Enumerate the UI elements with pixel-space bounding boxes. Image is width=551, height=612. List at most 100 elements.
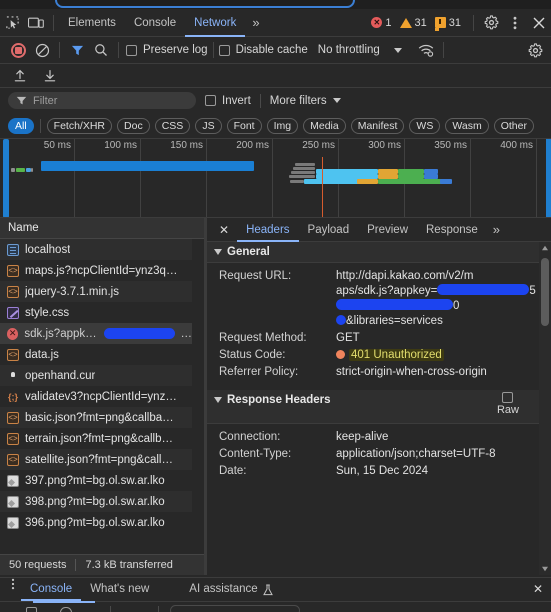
issue-counters[interactable]: ✕ 1 31 31	[371, 17, 466, 31]
type-filter-all[interactable]: All	[8, 117, 34, 134]
raw-checkbox[interactable]	[502, 392, 514, 403]
overview-tick-label: 300 ms	[368, 140, 401, 151]
drawer-more-options-icon[interactable]	[5, 578, 21, 601]
general-section-body: Request URL: http://dapi.kakao.com/v2/m …	[207, 263, 551, 381]
preserve-log-checkbox[interactable]: Preserve log	[126, 44, 208, 56]
net-divider-1	[59, 42, 60, 58]
import-har-icon[interactable]	[8, 65, 32, 87]
request-row[interactable]: <> jquery-3.7.1.min.js	[0, 281, 192, 302]
chevron-down-icon[interactable]	[393, 47, 402, 53]
overview-left-handle[interactable]	[3, 139, 9, 217]
record-network-log-icon[interactable]	[6, 39, 30, 61]
throttling-select[interactable]: No throttling	[318, 44, 380, 56]
close-details-icon[interactable]: ✕	[211, 218, 237, 242]
request-name: satellite.json?fmt=png&call…	[25, 453, 173, 466]
type-filter-font[interactable]: Font	[226, 117, 262, 134]
general-section-header[interactable]: General	[207, 242, 551, 263]
request-row[interactable]: ✕ sdk.js?appkey=…	[0, 323, 192, 344]
request-row[interactable]: 397.png?mt=bg.ol.sw.ar.lko	[0, 470, 192, 491]
network-overview-timeline[interactable]: 50 ms 100 ms 150 ms 200 ms 250 ms 300 ms 350 m…	[0, 139, 551, 218]
tab-response[interactable]: Response	[417, 218, 487, 242]
status-code-key: Status Code:	[219, 349, 286, 361]
type-filter-js[interactable]: JS	[195, 117, 222, 134]
request-name: 396.png?mt=bg.ol.sw.ar.lko	[25, 516, 165, 529]
type-filter-manifest[interactable]: Manifest	[350, 117, 405, 134]
request-row[interactable]: openhand.cur	[0, 365, 192, 386]
more-filters-button[interactable]: More filters	[270, 95, 327, 107]
request-row[interactable]: 398.png?mt=bg.ol.sw.ar.lko	[0, 491, 192, 512]
disable-cache-label: Disable cache	[235, 44, 308, 56]
more-details-tabs-icon[interactable]: »	[487, 218, 505, 242]
type-filter-other[interactable]: Other	[493, 117, 534, 134]
network-settings-gear-icon[interactable]	[523, 39, 547, 61]
type-filter-ws[interactable]: WS	[409, 117, 441, 134]
resource-type-filters: All Fetch/XHR Doc CSS JS Font Img Media …	[0, 113, 551, 139]
export-har-icon[interactable]	[38, 65, 62, 87]
console-filter-input[interactable]	[170, 605, 300, 612]
inspect-element-icon[interactable]	[0, 12, 24, 34]
request-name: localhost	[25, 243, 71, 256]
request-row[interactable]: <> terrain.json?fmt=png&callb…	[0, 428, 192, 449]
filter-input[interactable]: Filter	[8, 92, 196, 109]
device-toolbar-icon[interactable]	[24, 12, 48, 34]
type-filter-img[interactable]: Img	[266, 117, 299, 134]
request-row[interactable]: <> data.js	[0, 344, 192, 365]
request-url-key: Request URL:	[219, 270, 292, 282]
raw-toggle[interactable]: Raw	[497, 392, 519, 416]
details-scrollbar-thumb[interactable]	[541, 258, 549, 326]
overview-bar-1	[16, 168, 25, 172]
request-row[interactable]: <> maps.js?ncpClientId=ynz3q…	[0, 260, 192, 281]
disable-cache-checkbox[interactable]: Disable cache	[218, 44, 308, 56]
overview-right-handle[interactable]	[546, 139, 551, 217]
request-row[interactable]: <> satellite.json?fmt=png&call…	[0, 449, 192, 470]
overview-bar-4	[41, 161, 254, 171]
details-scroll-up-icon[interactable]	[539, 242, 551, 254]
console-tab-underline	[33, 601, 95, 603]
type-filter-wasm[interactable]: Wasm	[445, 117, 489, 134]
request-url-line4: &libraries=services	[346, 315, 443, 327]
more-filters-chevron-down-icon[interactable]	[332, 98, 341, 103]
gear-icon[interactable]	[479, 12, 503, 34]
overview-tick-label: 350 ms	[434, 140, 467, 151]
drawer-tab-console[interactable]: Console	[21, 578, 81, 601]
request-row[interactable]: <> basic.json?fmt=png&callba…	[0, 407, 192, 428]
tab-network[interactable]: Network	[185, 9, 245, 37]
request-list-column-name[interactable]: Name	[0, 218, 204, 239]
more-options-icon[interactable]	[503, 12, 527, 34]
type-filter-fetch-xhr[interactable]: Fetch/XHR	[46, 117, 113, 134]
invert-box	[205, 95, 216, 106]
tab-payload[interactable]: Payload	[299, 218, 359, 242]
drawer-tab-whats-new[interactable]: What's new	[81, 578, 158, 601]
drawer-tab-ai-assistance[interactable]: AI assistance	[180, 578, 281, 601]
details-scrollbar[interactable]	[539, 242, 551, 575]
overview-tick-label: 100 ms	[104, 140, 137, 151]
type-filter-css[interactable]: CSS	[154, 117, 191, 134]
tab-preview[interactable]: Preview	[358, 218, 417, 242]
console-mini-checkbox[interactable]	[26, 607, 37, 612]
type-filter-doc[interactable]: Doc	[117, 117, 150, 134]
filter-funnel-icon[interactable]	[65, 39, 89, 61]
tab-console[interactable]: Console	[125, 9, 185, 37]
request-row[interactable]: localhost	[0, 239, 192, 260]
response-headers-section-header[interactable]: Response Headers Raw	[207, 390, 551, 424]
request-name-ellipsis: …	[180, 327, 193, 340]
search-icon[interactable]	[89, 39, 113, 61]
tab-headers[interactable]: Headers	[237, 218, 298, 242]
clear-network-log-icon[interactable]	[30, 39, 54, 61]
request-url-value[interactable]: http://dapi.kakao.com/v2/m aps/sdk.js?ap…	[336, 269, 545, 329]
request-name: sdk.js?appkey=	[24, 327, 101, 340]
close-devtools-icon[interactable]	[527, 12, 551, 34]
request-row[interactable]: 396.png?mt=bg.ol.sw.ar.lko	[0, 512, 192, 533]
drawer-close-icon[interactable]: ✕	[525, 578, 551, 601]
request-row[interactable]: {;} validatev3?ncpClientId=ynz…	[0, 386, 192, 407]
details-scroll-down-icon[interactable]	[539, 563, 551, 575]
tab-elements[interactable]: Elements	[59, 9, 125, 37]
more-panels-icon[interactable]: »	[245, 15, 265, 30]
overview-tick-label: 250 ms	[302, 140, 335, 151]
network-conditions-icon[interactable]	[414, 39, 438, 61]
request-row[interactable]: style.css	[0, 302, 192, 323]
request-name: style.css	[25, 306, 70, 319]
console-eye-icon[interactable]	[60, 607, 72, 612]
invert-checkbox[interactable]: Invert	[205, 95, 251, 107]
type-filter-media[interactable]: Media	[303, 117, 346, 134]
